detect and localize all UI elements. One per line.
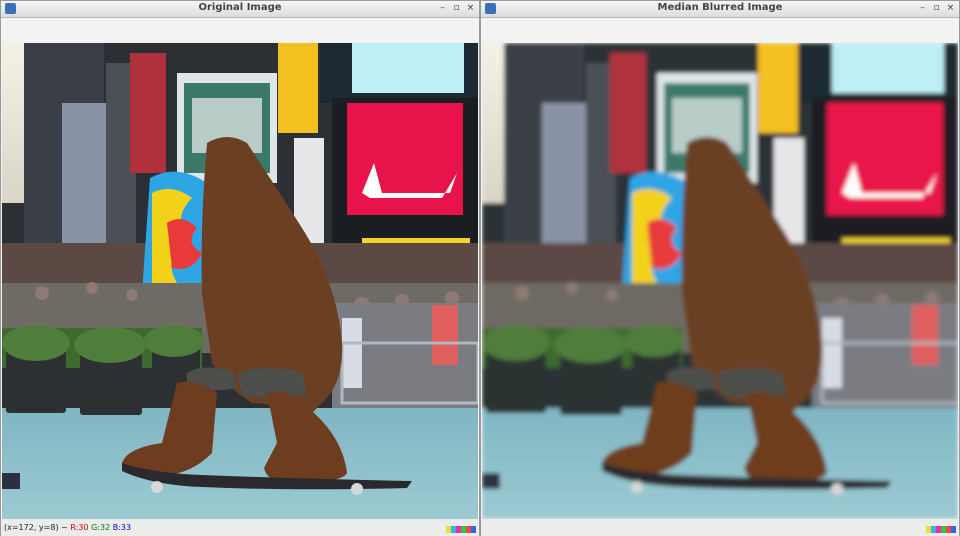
image-view[interactable] [482, 43, 958, 519]
close-icon[interactable]: × [465, 2, 476, 14]
blue-value: B:33 [112, 523, 132, 532]
original-image-window: Original Image – ▫ × (x=172, y=8) ~ R:30… [0, 0, 480, 536]
toolbar [1, 18, 479, 42]
color-swatch-strip [446, 526, 476, 533]
image-view[interactable] [2, 43, 478, 519]
close-icon[interactable]: × [945, 2, 956, 14]
median-blurred-image [482, 43, 958, 519]
status-bar: (x=172, y=8) ~ R:30 G:32 B:33 [1, 519, 479, 536]
swatch [471, 526, 476, 533]
window-title: Original Image [198, 2, 282, 13]
cursor-coordinates: (x=172, y=8) ~ [4, 523, 71, 532]
toolbar [481, 18, 959, 42]
maximize-icon[interactable]: ▫ [451, 2, 462, 14]
title-bar[interactable]: Median Blurred Image – ▫ × [481, 1, 959, 18]
minimize-icon[interactable]: – [437, 2, 448, 14]
green-value: G:32 [91, 523, 111, 532]
swatch [951, 526, 956, 533]
original-image [2, 43, 478, 519]
median-blurred-image-window: Median Blurred Image – ▫ × [480, 0, 960, 536]
window-title: Median Blurred Image [657, 2, 783, 13]
red-value: R:30 [70, 523, 89, 532]
status-bar [481, 519, 959, 536]
title-bar[interactable]: Original Image – ▫ × [1, 1, 479, 18]
color-swatch-strip [926, 526, 956, 533]
minimize-icon[interactable]: – [917, 2, 928, 14]
maximize-icon[interactable]: ▫ [931, 2, 942, 14]
